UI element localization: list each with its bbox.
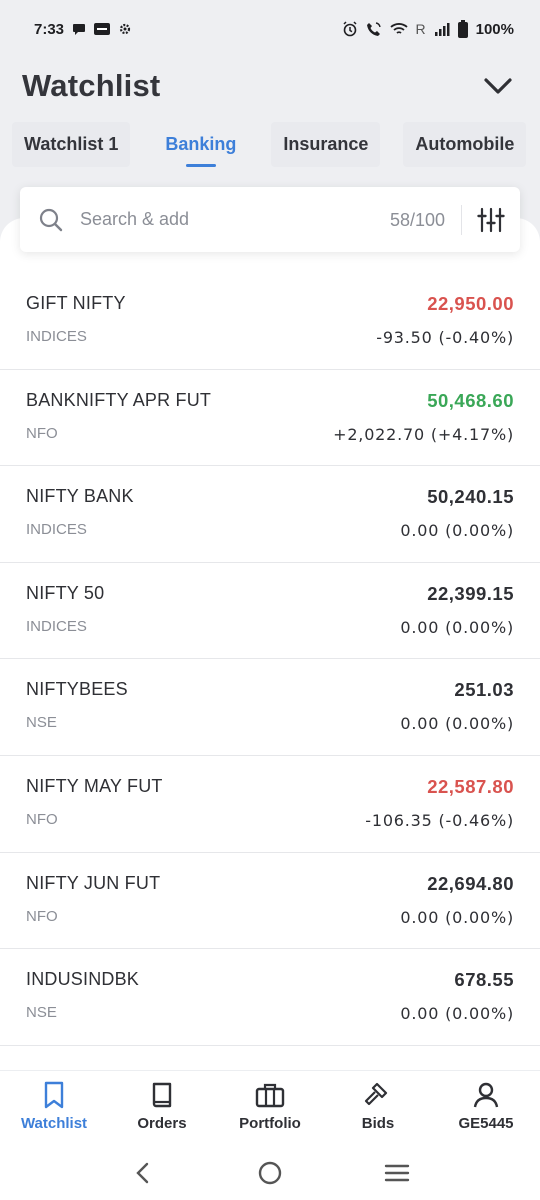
search-input[interactable] — [80, 209, 360, 230]
user-icon — [473, 1082, 499, 1108]
instrument-price: 251.03 — [454, 679, 514, 701]
instrument-name: BANKNIFTY APR FUT — [26, 389, 212, 410]
instrument-price: 22,694.80 — [427, 872, 514, 894]
wifi-icon — [389, 22, 408, 36]
back-button[interactable] — [123, 1153, 163, 1193]
instrument-change: 0.00 (0.00%) — [400, 617, 514, 637]
instrument-name: NIFTY JUN FUT — [26, 872, 161, 893]
instrument-name: NIFTY BANK — [26, 486, 134, 507]
signal-icon — [434, 22, 450, 36]
home-button[interactable] — [250, 1153, 290, 1193]
instrument-name: INDUSINDBK — [26, 969, 140, 990]
filter-button[interactable] — [476, 205, 506, 235]
instrument-change: -106.35 (-0.46%) — [365, 810, 514, 830]
instrument-row[interactable]: INDUSINDBK NSE 678.55 0.00 (0.00%) — [0, 949, 540, 1046]
instrument-row[interactable]: BANKNIFTY APR FUT NFO 50,468.60 +2,022.7… — [0, 370, 540, 467]
chevron-down-icon — [484, 78, 512, 94]
nav-profile[interactable]: GE5445 — [432, 1071, 540, 1146]
tab-watchlist-1[interactable]: Watchlist 1 — [12, 121, 131, 167]
header: Watchlist — [22, 62, 518, 110]
instrument-price: 50,240.15 — [427, 486, 514, 508]
nav-label: Orders — [137, 1115, 187, 1132]
network-label: R — [415, 21, 426, 37]
instrument-change: -93.50 (-0.40%) — [376, 328, 514, 347]
instrument-name: GIFT NIFTY — [26, 293, 126, 313]
battery-level: 100% — [475, 20, 514, 38]
instrument-change: 0.00 (0.00%) — [400, 1004, 514, 1024]
tab-banking[interactable]: Banking — [153, 122, 248, 167]
recents-button[interactable] — [377, 1153, 417, 1193]
instrument-change: 0.00 (0.00%) — [400, 521, 514, 541]
recents-icon — [384, 1164, 409, 1182]
page-title: Watchlist — [22, 68, 161, 103]
briefcase-icon — [255, 1083, 285, 1108]
instrument-exchange: NSE — [26, 1004, 57, 1022]
instrument-name: NIFTY MAY FUT — [26, 775, 163, 796]
alarm-icon — [342, 21, 358, 37]
instrument-exchange: NSE — [26, 714, 57, 732]
instrument-name: NIFTYBEES — [26, 679, 128, 700]
bookmark-icon — [44, 1081, 64, 1109]
instrument-row[interactable]: NIFTY 50 INDICES 22,399.15 0.00 (0.00%) — [0, 563, 540, 660]
nav-label: Portfolio — [239, 1115, 301, 1132]
tab-automobile[interactable]: Automobile — [403, 121, 527, 167]
instrument-exchange: NFO — [26, 907, 58, 925]
search-bar: 58/100 — [20, 187, 520, 252]
nav-label: Bids — [361, 1115, 395, 1132]
tab-insurance[interactable]: Insurance — [271, 121, 381, 167]
instrument-name: NIFTY 50 — [26, 582, 105, 603]
book-icon — [152, 1082, 172, 1108]
instrument-change: 0.00 (0.00%) — [400, 907, 514, 927]
nav-label: GE5445 — [458, 1115, 514, 1132]
status-time: 7:33 — [34, 20, 65, 38]
instrument-row[interactable]: GIFT NIFTY INDICES 22,950.00 -93.50 (-0.… — [0, 273, 540, 370]
nav-bids[interactable]: Bids — [324, 1071, 432, 1146]
instrument-price: 22,950.00 — [427, 293, 514, 314]
watchlist-tabs: Watchlist 1 Banking Insurance Automobile — [0, 118, 540, 170]
instrument-exchange: INDICES — [26, 328, 87, 345]
bottom-nav: Watchlist Orders Portfolio Bids GE5445 — [0, 1070, 540, 1146]
instrument-change: +2,022.70 (+4.17%) — [333, 424, 514, 444]
wifi-call-icon — [366, 21, 382, 37]
instrument-row[interactable]: NIFTY MAY FUT NFO 22,587.80 -106.35 (-0.… — [0, 756, 540, 853]
instrument-row[interactable]: NIFTY JUN FUT NFO 22,694.80 0.00 (0.00%) — [0, 853, 540, 950]
battery-icon — [457, 20, 468, 38]
watchlist-count: 58/100 — [390, 204, 462, 235]
nav-watchlist[interactable]: Watchlist — [0, 1071, 108, 1146]
back-icon — [136, 1162, 149, 1184]
instrument-list: GIFT NIFTY INDICES 22,950.00 -93.50 (-0.… — [0, 273, 540, 1046]
home-icon — [258, 1161, 282, 1185]
gavel-icon — [364, 1082, 388, 1106]
paytm-icon — [94, 23, 111, 35]
instrument-exchange: NFO — [26, 424, 58, 442]
instrument-exchange: NFO — [26, 810, 58, 828]
chat-icon — [72, 22, 86, 36]
instrument-price: 678.55 — [454, 969, 514, 991]
search-icon — [39, 208, 63, 231]
instrument-row[interactable]: NIFTYBEES NSE 251.03 0.00 (0.00%) — [0, 659, 540, 756]
nav-label: Watchlist — [20, 1115, 88, 1132]
instrument-change: 0.00 (0.00%) — [400, 714, 514, 734]
settings-icon — [118, 22, 132, 36]
instrument-price: 22,399.15 — [427, 582, 514, 604]
instrument-row[interactable]: NIFTY BANK INDICES 50,240.15 0.00 (0.00%… — [0, 466, 540, 563]
instrument-price: 50,468.60 — [427, 389, 514, 411]
instrument-exchange: INDICES — [26, 521, 87, 539]
system-nav — [0, 1146, 540, 1200]
filter-sliders-icon — [477, 207, 505, 232]
instrument-price: 22,587.80 — [427, 775, 514, 797]
nav-orders[interactable]: Orders — [108, 1071, 216, 1146]
watchlist-dropdown-button[interactable] — [478, 66, 518, 106]
instrument-exchange: INDICES — [26, 617, 87, 635]
status-bar: 7:33 R 100% — [0, 0, 540, 58]
nav-portfolio[interactable]: Portfolio — [216, 1071, 324, 1146]
